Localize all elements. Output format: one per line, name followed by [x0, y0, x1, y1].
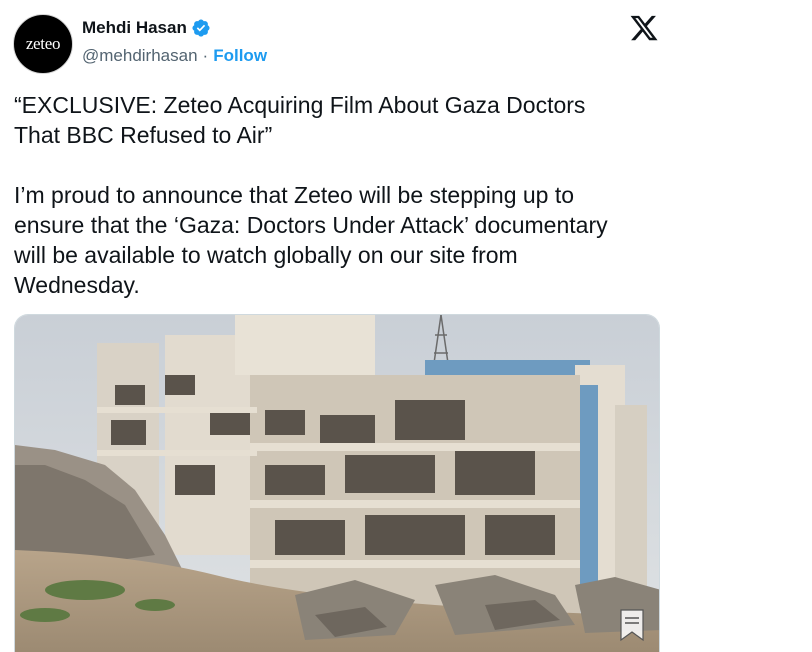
follow-button[interactable]: Follow — [213, 46, 267, 66]
separator-dot: · — [202, 46, 209, 65]
verified-badge-icon — [192, 19, 210, 37]
x-logo-icon[interactable] — [629, 13, 659, 43]
handle[interactable]: @mehdirhasan — [82, 46, 198, 66]
display-name[interactable]: Mehdi Hasan — [82, 18, 187, 38]
bombed-hospital-photo — [15, 315, 659, 652]
avatar[interactable]: zeteo — [13, 14, 73, 74]
tweet-text: “EXCLUSIVE: Zeteo Acquiring Film About G… — [14, 92, 608, 298]
tweet-card: zeteo Mehdi Hasan @mehdirhasan · Follow … — [0, 0, 812, 652]
author-handle-row: @mehdirhasan · Follow — [82, 46, 267, 66]
avatar-logo-text: zeteo — [25, 34, 61, 53]
tweet-image[interactable] — [14, 314, 660, 652]
author-name-row: Mehdi Hasan — [82, 18, 211, 38]
bookmark-icon[interactable] — [617, 608, 647, 642]
